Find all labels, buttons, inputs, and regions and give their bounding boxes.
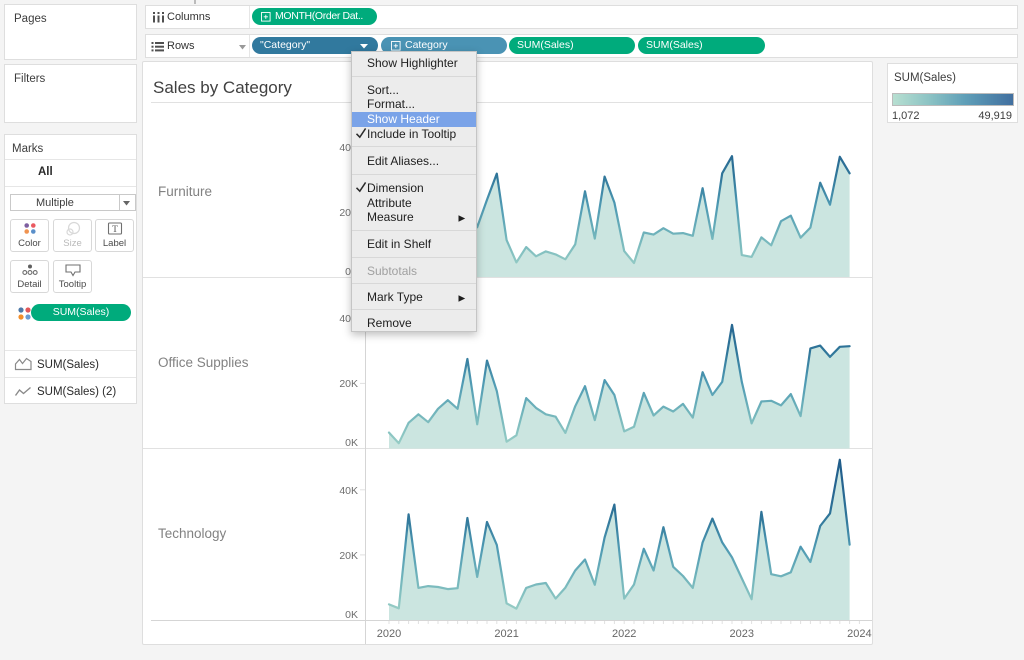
svg-text:20K: 20K <box>339 378 358 390</box>
svg-text:0K: 0K <box>345 609 358 621</box>
svg-text:40K: 40K <box>339 485 358 497</box>
svg-text:T: T <box>112 225 118 235</box>
svg-text:Furniture: Furniture <box>158 184 212 199</box>
svg-text:Sales by Category: Sales by Category <box>153 78 292 97</box>
svg-text:2023: 2023 <box>730 628 754 640</box>
svg-text:2024: 2024 <box>847 628 871 640</box>
svg-text:Office Supplies: Office Supplies <box>158 355 249 370</box>
svg-text:2021: 2021 <box>494 628 518 640</box>
svg-text:20K: 20K <box>339 550 358 562</box>
svg-text:0K: 0K <box>345 437 358 449</box>
svg-text:2020: 2020 <box>377 628 401 640</box>
svg-text:2022: 2022 <box>612 628 636 640</box>
svg-text:Technology: Technology <box>158 526 227 541</box>
